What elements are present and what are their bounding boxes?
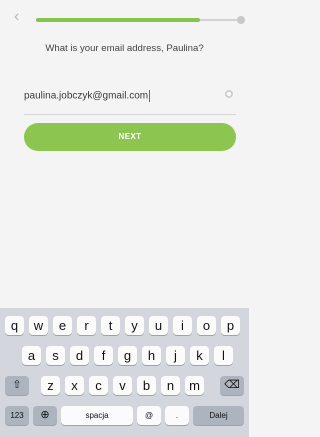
key-k[interactable]: k: [190, 346, 209, 365]
key-j[interactable]: j: [166, 346, 185, 365]
dot-key[interactable]: .: [165, 406, 189, 425]
key-f[interactable]: f: [94, 346, 113, 365]
progress-fill: [36, 18, 200, 22]
email-field[interactable]: paulina.jobczyk@gmail.com: [24, 88, 236, 115]
key-z[interactable]: z: [41, 376, 60, 395]
key-m[interactable]: m: [185, 376, 204, 395]
key-h[interactable]: h: [142, 346, 161, 365]
key-i[interactable]: i: [173, 316, 192, 335]
numbers-key[interactable]: 123: [5, 406, 29, 425]
key-q[interactable]: q: [5, 316, 24, 335]
text-caret: [149, 90, 151, 102]
key-o[interactable]: o: [197, 316, 216, 335]
key-x[interactable]: x: [65, 376, 84, 395]
shift-icon: ⇧: [12, 379, 22, 391]
progress-end-dot: [237, 16, 245, 24]
key-s[interactable]: s: [46, 346, 65, 365]
keyboard: q w e r t y u i o p a s d f g h j k l ⇧ …: [0, 308, 249, 437]
key-c[interactable]: c: [89, 376, 108, 395]
globe-icon: ⊕: [40, 409, 50, 421]
key-a[interactable]: a: [22, 346, 41, 365]
chevron-left-icon: ‹: [14, 8, 20, 25]
done-key[interactable]: Dalej: [193, 406, 244, 425]
key-b[interactable]: b: [137, 376, 156, 395]
globe-key[interactable]: ⊕: [33, 406, 57, 425]
key-p[interactable]: p: [221, 316, 240, 335]
key-t[interactable]: t: [101, 316, 120, 335]
key-n[interactable]: n: [161, 376, 180, 395]
backspace-key[interactable]: ⌫: [220, 376, 244, 395]
space-key[interactable]: spacja: [61, 406, 133, 425]
back-button[interactable]: ‹: [14, 8, 28, 25]
question-title: What is your email address, Paulina?: [45, 43, 204, 54]
key-g[interactable]: g: [118, 346, 137, 365]
key-w[interactable]: w: [29, 316, 48, 335]
email-value: paulina.jobczyk@gmail.com: [24, 90, 149, 102]
next-button[interactable]: NEXT: [24, 123, 236, 151]
email-value-wrap: paulina.jobczyk@gmail.com: [24, 90, 151, 102]
key-e[interactable]: e: [53, 316, 72, 335]
progress-track: [36, 16, 245, 24]
key-l[interactable]: l: [214, 346, 233, 365]
key-y[interactable]: y: [125, 316, 144, 335]
clear-input-icon[interactable]: [225, 90, 233, 98]
at-key[interactable]: @: [137, 406, 161, 425]
key-u[interactable]: u: [149, 316, 168, 335]
top-bar: ‹: [0, 0, 249, 40]
app-screen: ‹ What is your email address, Paulina? p…: [0, 0, 249, 437]
key-r[interactable]: r: [77, 316, 96, 335]
shift-key[interactable]: ⇧: [5, 376, 29, 395]
key-d[interactable]: d: [70, 346, 89, 365]
backspace-icon: ⌫: [224, 379, 240, 391]
key-v[interactable]: v: [113, 376, 132, 395]
